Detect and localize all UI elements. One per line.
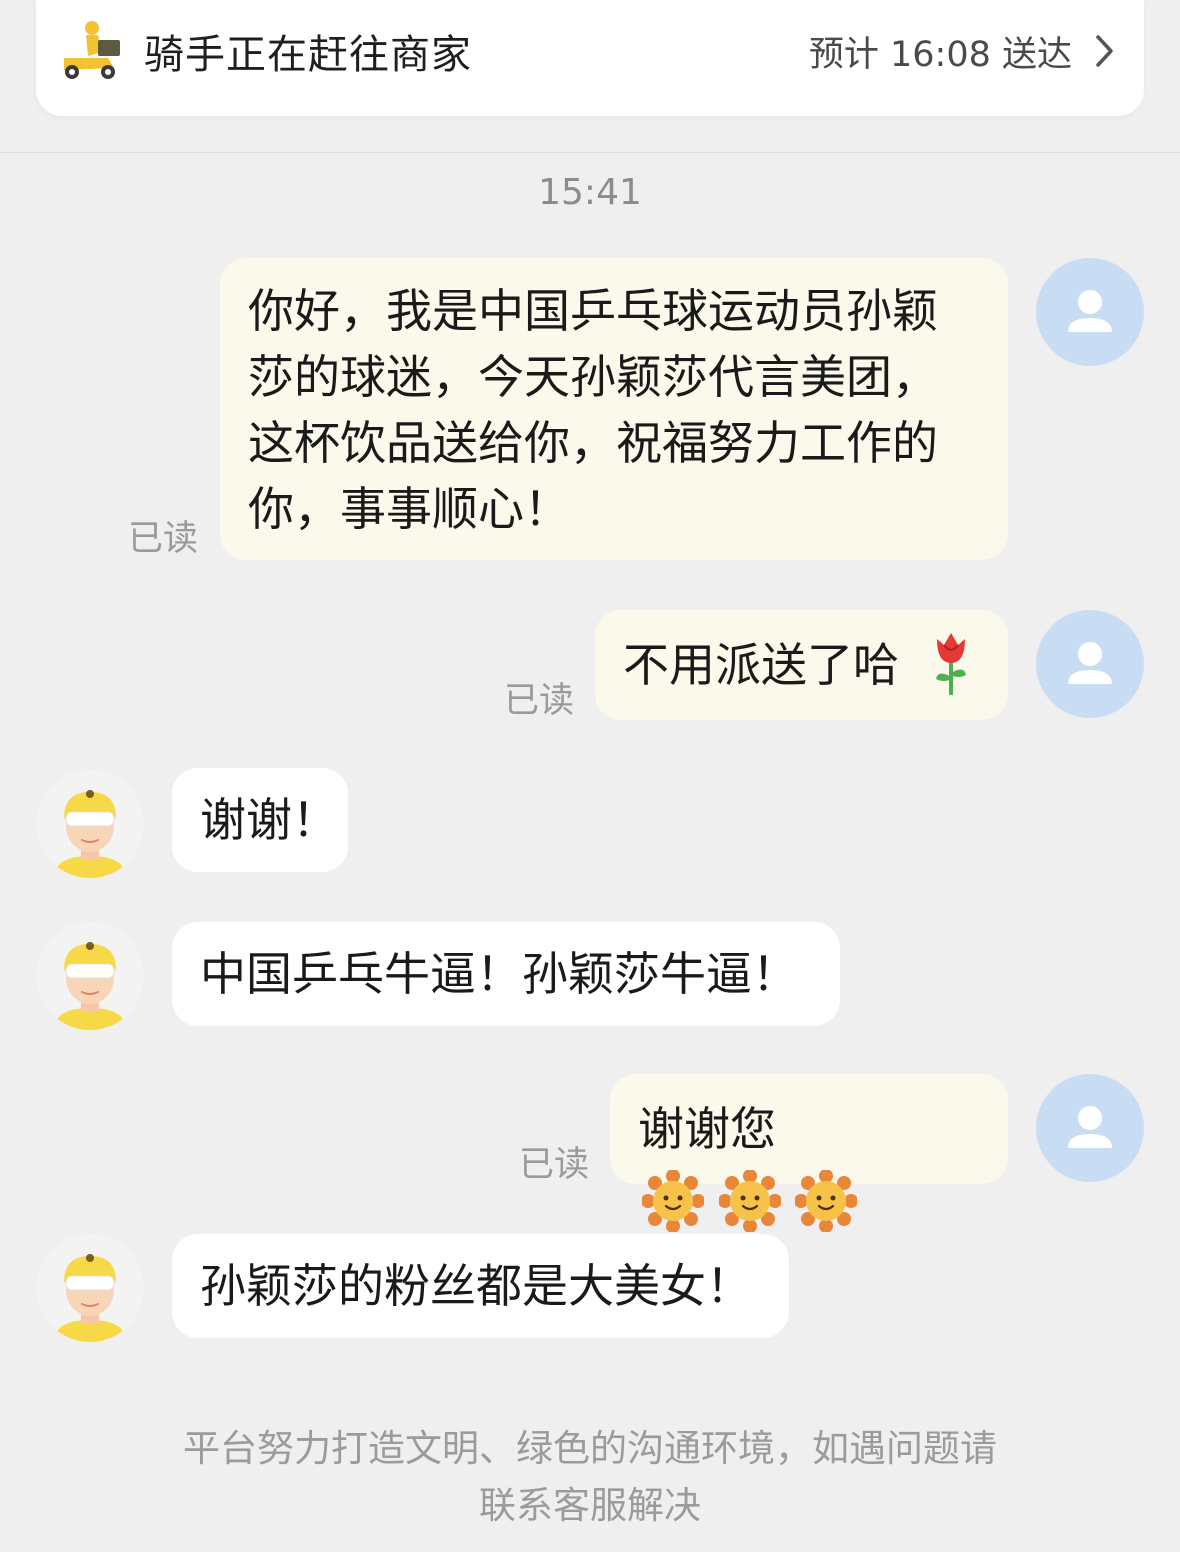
person-icon	[1068, 642, 1112, 684]
sun-face-icon	[794, 1169, 859, 1234]
chevron-right-icon[interactable]	[1094, 33, 1116, 69]
header-divider	[0, 152, 1180, 153]
sun-face-emoji-group	[641, 1165, 859, 1234]
message-bubble-received[interactable]: 谢谢！	[172, 768, 348, 872]
message-bubble-received[interactable]: 孙颖莎的粉丝都是大美女！	[172, 1234, 789, 1338]
rider-avatar[interactable]	[36, 922, 144, 1030]
notice-line: 联系客服解决	[479, 1484, 701, 1527]
message-bubble-received[interactable]: 中国乒乓牛逼！孙颖莎牛逼！	[172, 922, 840, 1026]
message-text: 中国乒乓牛逼！孙颖莎牛逼！	[200, 947, 798, 1001]
message-text: 孙颖莎的粉丝都是大美女！	[200, 1259, 752, 1313]
notice-line: 平台努力打造文明、绿色的沟通环境，如遇问题请	[183, 1427, 997, 1470]
message-bubble-sent[interactable]: 谢谢您	[610, 1074, 1008, 1234]
delivery-status-title: 骑手正在赶往商家	[144, 32, 472, 78]
delivery-scooter-icon	[64, 21, 120, 79]
order-status-card[interactable]: 骑手正在赶往商家 预计 16:08 送达	[36, 0, 1144, 116]
read-receipt: 已读	[519, 1145, 590, 1185]
rose-icon	[935, 632, 966, 695]
person-icon	[1068, 1106, 1112, 1148]
chat-timestamp: 15:41	[538, 172, 642, 213]
read-receipt: 已读	[504, 681, 575, 721]
message-text: 不用派送了哈	[623, 638, 899, 692]
rider-helmet-avatar-icon	[54, 942, 126, 1030]
user-avatar[interactable]	[1036, 258, 1144, 366]
read-receipt: 已读	[128, 519, 199, 559]
user-avatar[interactable]	[1036, 1074, 1144, 1182]
message-line: 你好，我是中国乒乓球运动员孙颖	[248, 284, 938, 338]
message-line: 这杯饮品送给你，祝福努力工作的	[248, 416, 938, 470]
platform-notice: 平台努力打造文明、绿色的沟通环境，如遇问题请 联系客服解决	[0, 1420, 1180, 1534]
rider-avatar[interactable]	[36, 1234, 144, 1342]
estimated-delivery-time: 预计 16:08 送达	[808, 34, 1072, 75]
message-bubble-sent[interactable]: 你好，我是中国乒乓球运动员孙颖 莎的球迷，今天孙颖莎代言美团， 这杯饮品送给你，…	[220, 258, 1008, 560]
rider-helmet-avatar-icon	[54, 790, 126, 878]
message-text: 谢谢您	[638, 1102, 776, 1156]
sun-face-icon	[641, 1169, 705, 1234]
rider-helmet-avatar-icon	[54, 1254, 126, 1342]
user-avatar[interactable]	[1036, 610, 1144, 718]
rider-avatar[interactable]	[36, 770, 144, 878]
person-icon	[1068, 290, 1112, 332]
message-line: 你，事事顺心！	[248, 482, 570, 536]
message-line: 莎的球迷，今天孙颖莎代言美团，	[248, 350, 938, 404]
sun-face-icon	[717, 1169, 782, 1234]
message-text: 谢谢！	[200, 793, 338, 847]
message-bubble-sent[interactable]: 不用派送了哈	[595, 610, 1008, 720]
